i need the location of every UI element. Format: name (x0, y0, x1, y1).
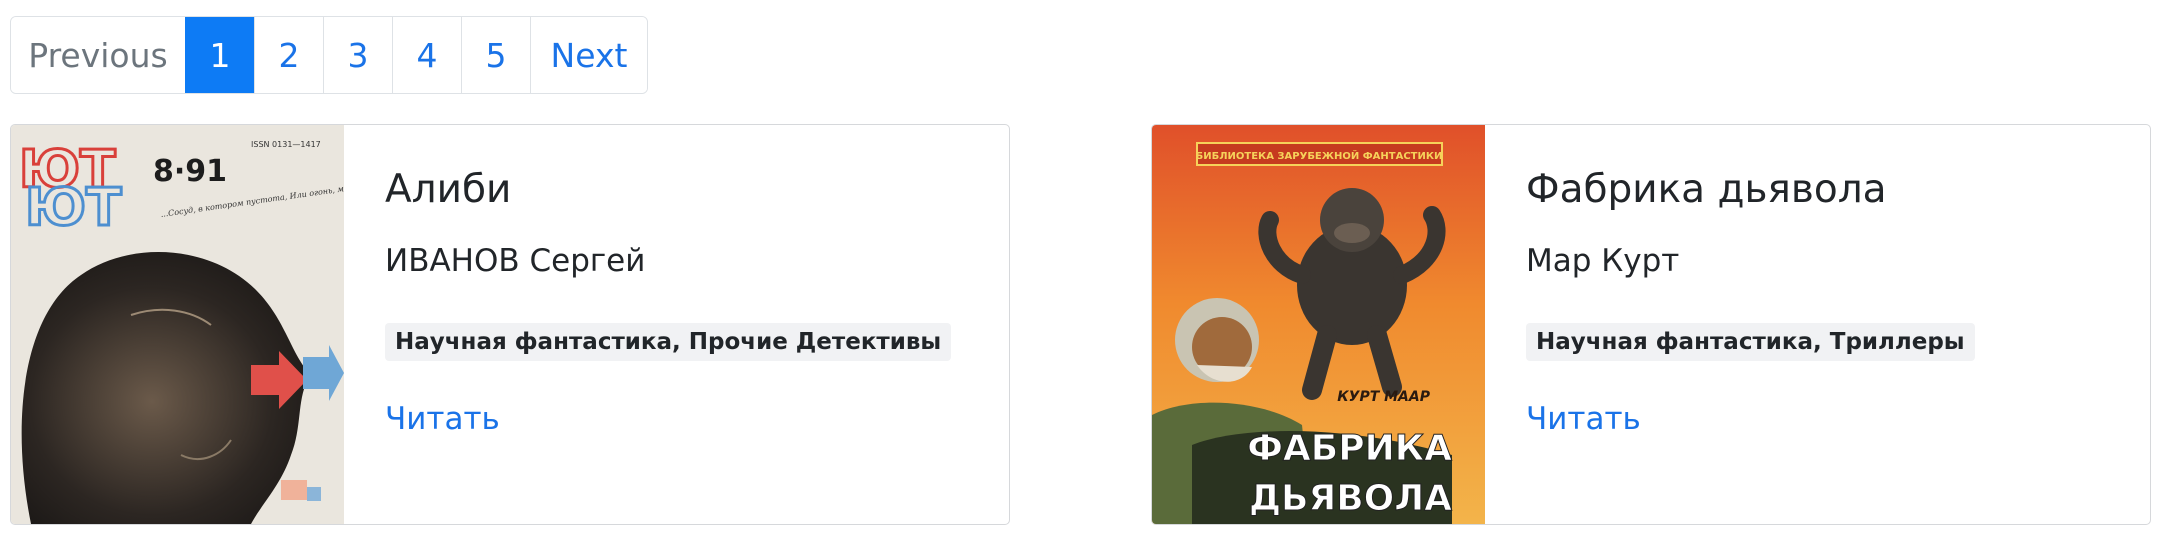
cover-masthead-echo: ЮТ (25, 178, 122, 238)
cover-author: КУРТ МААР (1337, 389, 1431, 405)
book-card: БИБЛИОТЕКА ЗАРУБЕЖНОЙ ФАНТАСТИКИ КУРТ МА… (1151, 124, 2151, 525)
book-cover-image[interactable]: ЮТ ЮТ 8·91 ISSN 0131—1417 ...Сосуд, в ко… (11, 125, 344, 524)
book-cover-image[interactable]: БИБЛИОТЕКА ЗАРУБЕЖНОЙ ФАНТАСТИКИ КУРТ МА… (1152, 125, 1485, 524)
read-link[interactable]: Читать (385, 401, 500, 437)
book-genres-badge: Научная фантастика, Прочие Детективы (385, 323, 952, 361)
page-4-button[interactable]: 4 (392, 17, 461, 93)
book-author: ИВАНОВ Сергей (385, 243, 646, 279)
book-author: Мар Курт (1526, 243, 1680, 279)
previous-page-button[interactable]: Previous (11, 17, 185, 93)
page-3-button[interactable]: 3 (323, 17, 392, 93)
pagination: Previous 1 2 3 4 5 Next (10, 16, 648, 94)
book-card: ЮТ ЮТ 8·91 ISSN 0131—1417 ...Сосуд, в ко… (10, 124, 1010, 525)
cover-title-line1: ФАБРИКА (1247, 428, 1452, 469)
page-2-button[interactable]: 2 (254, 17, 323, 93)
cover-title-line2: ДЬЯВОЛА (1249, 478, 1452, 519)
cover-series: БИБЛИОТЕКА ЗАРУБЕЖНОЙ ФАНТАСТИКИ (1196, 149, 1443, 162)
page-1-button[interactable]: 1 (185, 17, 254, 93)
next-page-button[interactable]: Next (530, 17, 647, 93)
cover-issn: ISSN 0131—1417 (251, 140, 321, 149)
book-title: Фабрика дьявола (1526, 167, 1887, 212)
page-5-button[interactable]: 5 (461, 17, 530, 93)
cover-issue: 8·91 (153, 154, 227, 189)
book-genres-badge: Научная фантастика, Триллеры (1526, 323, 1975, 361)
book-title: Алиби (385, 167, 512, 212)
read-link[interactable]: Читать (1526, 401, 1641, 437)
